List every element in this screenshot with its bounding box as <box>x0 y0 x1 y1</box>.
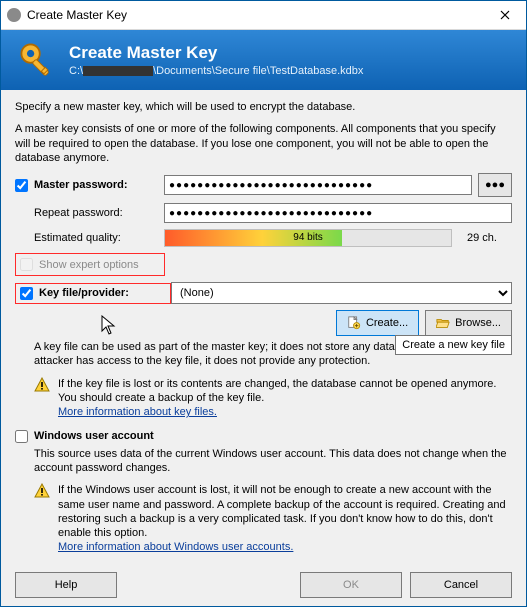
wua-label: Windows user account <box>34 430 154 442</box>
master-password-field[interactable] <box>164 175 472 195</box>
reveal-password-button[interactable]: ●●● <box>478 173 512 197</box>
key-file-buttons: Create... Browse... Create a new key fil… <box>15 310 512 336</box>
quality-bits: 94 bits <box>165 230 451 246</box>
dialog-body: Specify a new master key, which will be … <box>1 90 526 555</box>
key-file-warning-text: If the key file is lost or its contents … <box>58 378 496 404</box>
master-password-label: Master password: <box>34 179 164 191</box>
help-button[interactable]: Help <box>15 572 117 598</box>
quality-row: Estimated quality: 94 bits 29 ch. <box>15 229 512 247</box>
repeat-password-field[interactable] <box>164 203 512 223</box>
master-password-checkbox[interactable] <box>15 179 28 192</box>
folder-open-icon <box>436 316 450 330</box>
window-title: Create Master Key <box>27 8 484 22</box>
key-file-more-info-link[interactable]: More information about key files. <box>58 406 217 418</box>
key-file-select[interactable]: (None) <box>171 282 512 304</box>
path-suffix: \Documents\Secure file\TestDatabase.kdbx <box>153 65 363 77</box>
header-title: Create Master Key <box>69 42 363 64</box>
key-file-label-box: Key file/provider: <box>15 283 171 304</box>
show-expert-options-checkbox <box>20 258 33 271</box>
wua-header: Windows user account <box>15 430 512 443</box>
intro-text-2: A master key consists of one or more of … <box>15 122 512 165</box>
cancel-label: Cancel <box>444 579 478 591</box>
wua-warning: If the Windows user account is lost, it … <box>34 483 512 554</box>
help-label: Help <box>55 579 78 591</box>
titlebar: Create Master Key <box>1 1 526 30</box>
wua-checkbox[interactable] <box>15 430 28 443</box>
key-file-row: Key file/provider: (None) <box>15 282 512 304</box>
browse-key-file-button[interactable]: Browse... <box>425 310 512 336</box>
browse-button-label: Browse... <box>455 317 501 329</box>
wua-desc: This source uses data of the current Win… <box>34 447 512 476</box>
repeat-password-label: Repeat password: <box>34 207 164 219</box>
mouse-cursor-icon <box>101 315 117 337</box>
repeat-password-row: Repeat password: <box>15 203 512 223</box>
create-button-label: Create... <box>366 317 408 329</box>
path-prefix: C:\ <box>69 65 83 77</box>
key-file-warning: If the key file is lost or its contents … <box>34 377 512 420</box>
ok-label: OK <box>343 579 359 591</box>
key-icon <box>15 38 59 82</box>
ok-button[interactable]: OK <box>300 572 402 598</box>
new-file-icon <box>347 316 361 330</box>
wua-warning-text: If the Windows user account is lost, it … <box>58 484 506 539</box>
cancel-button[interactable]: Cancel <box>410 572 512 598</box>
master-password-row: Master password: ●●● <box>15 173 512 197</box>
close-icon <box>500 10 510 20</box>
close-button[interactable] <box>484 1 526 29</box>
show-expert-options-label: Show expert options <box>39 259 139 271</box>
warning-icon <box>34 377 50 393</box>
create-key-file-button[interactable]: Create... <box>336 310 419 336</box>
dialog-window: Create Master Key Create Master Key C:\ \… <box>0 0 527 607</box>
dialog-footer: Help OK Cancel <box>1 564 526 606</box>
key-file-label: Key file/provider: <box>39 287 129 299</box>
create-key-file-tooltip: Create a new key file <box>395 335 512 355</box>
intro-text-1: Specify a new master key, which will be … <box>15 100 512 114</box>
app-icon <box>7 8 21 22</box>
wua-more-info-link[interactable]: More information about Windows user acco… <box>58 541 293 553</box>
warning-icon <box>34 483 50 499</box>
path-redacted <box>83 66 153 76</box>
quality-bar: 94 bits <box>164 229 452 247</box>
quality-label: Estimated quality: <box>34 232 164 244</box>
header-banner: Create Master Key C:\ \Documents\Secure f… <box>1 30 526 90</box>
database-path: C:\ \Documents\Secure file\TestDatabase.k… <box>69 64 363 78</box>
show-expert-options-row: Show expert options <box>15 253 165 276</box>
quality-chars: 29 ch. <box>452 232 512 244</box>
key-file-checkbox[interactable] <box>20 287 33 300</box>
